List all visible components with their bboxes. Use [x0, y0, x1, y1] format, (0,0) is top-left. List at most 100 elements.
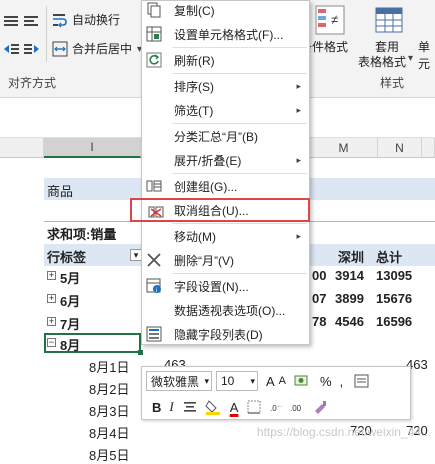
menu-item-subtotal-label: 分类汇总“月”(B)	[174, 129, 258, 144]
row-6-total[interactable]: 15676	[376, 291, 412, 306]
row-7-shenzhen[interactable]: 4546	[335, 314, 364, 329]
column-header-blank[interactable]	[0, 138, 44, 158]
svg-text:←: ←	[277, 403, 283, 409]
table-format-label-2: 表格格式	[358, 55, 407, 69]
menu-item-field-settings-label: 字段设置(N)...	[174, 279, 249, 294]
chevron-down-icon: ▾	[204, 375, 209, 386]
font-name-value: 微软雅黑	[151, 374, 200, 389]
comma-button[interactable]: ,	[340, 374, 344, 389]
menu-item-expand-collapse[interactable]: 展开/折叠(E) ▸	[142, 148, 309, 172]
row-6-partial[interactable]: 07	[312, 291, 326, 306]
expand-7-button[interactable]: +	[47, 317, 56, 326]
row-5-total[interactable]: 13095	[376, 268, 412, 283]
wrap-text-button[interactable]: 自动换行	[52, 11, 120, 28]
shrink-font-button[interactable]: A	[279, 375, 286, 387]
row-7-partial[interactable]: 78	[312, 314, 326, 329]
font-size-select[interactable]: 10 ▾	[216, 371, 258, 391]
selected-cell[interactable]	[44, 333, 141, 353]
detail-row-3-label[interactable]: 8月3日	[89, 401, 129, 420]
row-5-label[interactable]: 5月	[60, 268, 80, 287]
row-label-header[interactable]: 行标签	[47, 247, 86, 266]
table-format-dropdown-arrow[interactable]: ▾	[408, 53, 413, 64]
expand-5-button[interactable]: +	[47, 271, 56, 280]
menu-item-subtotal[interactable]: 分类汇总“月”(B)	[142, 124, 309, 148]
menu-item-delete[interactable]: 删除“月”(V)	[142, 248, 309, 272]
detail-row-4-label[interactable]: 8月4日	[89, 423, 129, 442]
column-header-O[interactable]	[422, 138, 435, 158]
column-header-I[interactable]: I	[44, 138, 141, 158]
clear-format-icon[interactable]	[312, 399, 328, 415]
merge-center-icon	[52, 41, 68, 56]
ungroup-icon	[148, 206, 164, 218]
col-total-header[interactable]: 总计	[376, 247, 402, 266]
font-color-button[interactable]: A	[230, 400, 239, 415]
menu-item-refresh[interactable]: 刷新(R)	[142, 48, 309, 72]
format-cells-icon	[146, 26, 162, 42]
menu-item-sort[interactable]: 排序(S) ▸	[142, 74, 309, 98]
table-format-icon	[375, 7, 403, 33]
accounting-format-icon[interactable]	[294, 373, 312, 389]
fill-color-icon[interactable]	[204, 398, 224, 416]
column-header-M-label: M	[338, 140, 349, 155]
italic-button[interactable]: I	[169, 399, 173, 415]
column-header-N[interactable]: N	[378, 138, 422, 158]
row-7-total[interactable]: 16596	[376, 314, 412, 329]
detail-row-2-label[interactable]: 8月2日	[89, 379, 129, 398]
watermark: https://blog.csdn.net/weixin_44...	[256, 425, 431, 439]
table-format-button[interactable]	[372, 4, 408, 38]
field-settings-icon: i	[146, 278, 161, 294]
merge-center-button[interactable]: 合并后居中	[52, 40, 132, 57]
grow-font-button[interactable]: A	[266, 374, 275, 389]
format-painter-icon[interactable]	[353, 373, 371, 389]
cell-style-label[interactable]: 单元	[418, 38, 435, 72]
row-6-label[interactable]: 6月	[60, 291, 80, 310]
indent-buttons[interactable]	[2, 38, 42, 60]
detail-row-5-label[interactable]: 8月5日	[89, 445, 129, 464]
submenu-arrow: ▸	[296, 230, 301, 241]
menu-item-pivot-options[interactable]: 数据透视表选项(O)...	[142, 298, 309, 322]
column-header-M[interactable]: M	[310, 138, 378, 158]
align-center-icon[interactable]	[182, 399, 198, 415]
conditional-format-button[interactable]: ≠	[312, 4, 348, 38]
menu-item-move-label: 移动(M)	[174, 229, 216, 244]
row-6-shenzhen[interactable]: 3899	[335, 291, 364, 306]
menu-item-format-cells[interactable]: 设置单元格格式(F)...	[142, 22, 309, 46]
submenu-arrow: ▸	[296, 104, 301, 115]
submenu-arrow: ▸	[296, 80, 301, 91]
detail-row-1-label[interactable]: 8月1日	[89, 357, 129, 376]
row-5-shenzhen[interactable]: 3914	[335, 268, 364, 283]
svg-text:≠: ≠	[331, 12, 338, 27]
merge-center-label: 合并后居中	[72, 42, 133, 56]
increase-decimal-icon[interactable]: .0 ←	[270, 399, 286, 415]
align-buttons-top[interactable]	[2, 10, 42, 32]
menu-item-field-settings[interactable]: i 字段设置(N)...	[142, 274, 309, 298]
row-7-label[interactable]: 7月	[60, 314, 80, 333]
ribbon-separator	[46, 6, 47, 62]
field-list-icon	[146, 326, 162, 342]
expand-6-button[interactable]: +	[47, 294, 56, 303]
collapse-8-button[interactable]: −	[47, 338, 56, 347]
menu-item-hide-field-list[interactable]: 隐藏字段列表(D)	[142, 322, 309, 346]
font-name-select[interactable]: 微软雅黑 ▾	[146, 371, 212, 391]
svg-text:i: i	[156, 288, 157, 294]
menu-item-ungroup[interactable]: 取消组合(U)...	[130, 198, 310, 222]
style-group-label: 样式	[380, 76, 405, 90]
row-5-partial[interactable]: 00	[312, 268, 326, 283]
bold-button[interactable]: B	[152, 400, 161, 415]
conditional-format-icon: ≠	[315, 5, 345, 35]
menu-item-group[interactable]: 创建组(G)...	[142, 174, 309, 198]
row-8-label[interactable]: 8月	[60, 335, 80, 354]
col-shenzhen-header[interactable]: 深圳	[338, 247, 364, 266]
product-label[interactable]: 商品	[47, 181, 73, 200]
copy-icon	[147, 2, 161, 18]
fill-handle[interactable]	[138, 350, 143, 355]
menu-item-sort-label: 排序(S)	[174, 79, 214, 94]
menu-item-refresh-label: 刷新(R)	[174, 53, 215, 68]
menu-item-move[interactable]: 移动(M) ▸	[142, 224, 309, 248]
menu-item-filter[interactable]: 筛选(T) ▸	[142, 98, 309, 122]
percent-button[interactable]: %	[320, 374, 332, 389]
menu-item-copy[interactable]: 复制(C)	[142, 0, 309, 22]
decrease-decimal-icon[interactable]: .00	[290, 399, 306, 415]
sum-label[interactable]: 求和项:销量	[47, 224, 116, 243]
borders-icon[interactable]	[246, 399, 264, 415]
